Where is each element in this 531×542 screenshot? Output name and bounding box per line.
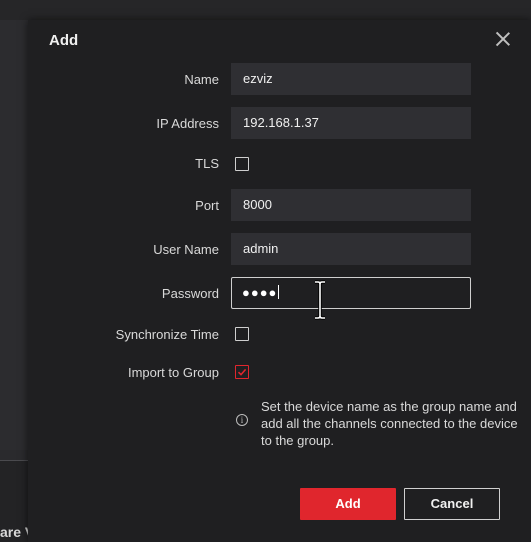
synchronize-time-label: Synchronize Time [115, 327, 219, 342]
tls-label: TLS [195, 156, 219, 171]
text-cursor-icon [315, 280, 325, 320]
import-to-group-label: Import to Group [127, 365, 219, 380]
add-button[interactable]: Add [300, 488, 396, 520]
info-icon: i [236, 414, 248, 426]
background-panel [0, 20, 28, 450]
ip-address-input[interactable]: 192.168.1.37 [231, 107, 471, 139]
name-input[interactable]: ezviz [231, 63, 471, 95]
dialog-title: Add [49, 32, 79, 49]
user-name-input[interactable]: admin [231, 233, 471, 265]
text-caret [278, 285, 280, 299]
user-name-label: User Name [153, 242, 219, 257]
port-input[interactable]: 8000 [231, 189, 471, 221]
password-input[interactable]: ●●●● [231, 277, 471, 309]
port-label: Port [195, 198, 219, 213]
ip-address-label: IP Address [156, 116, 219, 131]
import-group-info-text: Set the device name as the group name an… [261, 399, 518, 448]
background-toolbar [0, 0, 531, 20]
name-label: Name [184, 72, 219, 87]
add-device-dialog: Add Name ezviz IP Address 192.168.1.37 T… [28, 20, 531, 542]
tls-checkbox[interactable] [235, 157, 249, 171]
checkmark-icon [237, 368, 247, 376]
close-icon[interactable] [495, 31, 511, 47]
import-to-group-checkbox[interactable] [235, 365, 249, 379]
synchronize-time-checkbox[interactable] [235, 327, 249, 341]
password-value: ●●●● [242, 285, 278, 300]
background-text-fragment: are V [0, 524, 28, 540]
cancel-button[interactable]: Cancel [404, 488, 500, 520]
password-label: Password [161, 286, 219, 301]
